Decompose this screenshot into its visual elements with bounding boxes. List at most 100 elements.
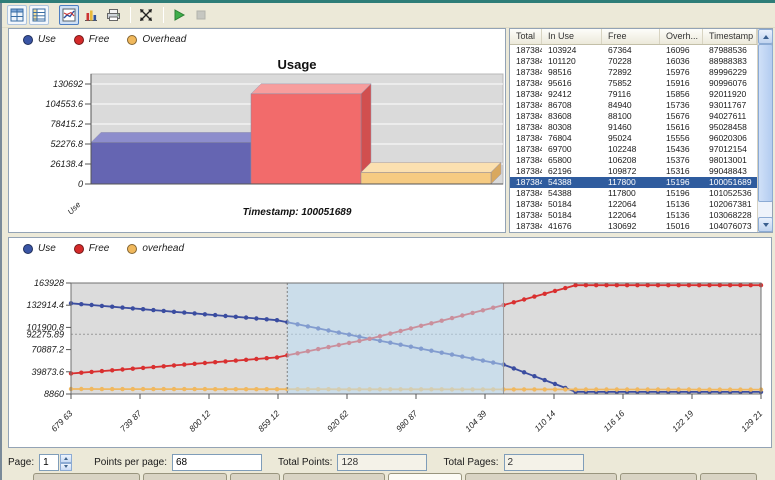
- bar-use[interactable]: [91, 132, 261, 184]
- data-point[interactable]: [738, 283, 742, 287]
- data-point[interactable]: [676, 283, 680, 287]
- data-point[interactable]: [151, 308, 155, 312]
- data-point[interactable]: [244, 387, 248, 391]
- bottom-tab[interactable]: [620, 473, 697, 480]
- table-row[interactable]: 187384658001062081537698013001: [510, 155, 757, 166]
- data-point[interactable]: [172, 310, 176, 314]
- table-row[interactable]: 18738476804950241555696020306: [510, 133, 757, 144]
- data-point[interactable]: [563, 286, 567, 290]
- data-point[interactable]: [615, 283, 619, 287]
- data-point[interactable]: [749, 387, 753, 391]
- data-point[interactable]: [100, 369, 104, 373]
- data-point[interactable]: [543, 292, 547, 296]
- data-point[interactable]: [625, 387, 629, 391]
- data-point[interactable]: [646, 387, 650, 391]
- bottom-tab[interactable]: [283, 473, 385, 480]
- data-point[interactable]: [635, 387, 639, 391]
- data-point[interactable]: [182, 387, 186, 391]
- data-point[interactable]: [141, 366, 145, 370]
- scroll-up-button[interactable]: [758, 29, 773, 44]
- data-point[interactable]: [656, 387, 660, 391]
- data-point[interactable]: [604, 387, 608, 391]
- data-point[interactable]: [728, 387, 732, 391]
- data-point[interactable]: [512, 300, 516, 304]
- data-point[interactable]: [522, 370, 526, 374]
- scroll-thumb[interactable]: [758, 44, 773, 202]
- table-row[interactable]: 18738492412791161585692011920: [510, 89, 757, 100]
- data-point[interactable]: [584, 283, 588, 287]
- data-point[interactable]: [234, 315, 238, 319]
- data-point[interactable]: [141, 307, 145, 311]
- data-point[interactable]: [512, 366, 516, 370]
- data-point[interactable]: [532, 374, 536, 378]
- data-point[interactable]: [625, 283, 629, 287]
- data-point[interactable]: [707, 387, 711, 391]
- data-point[interactable]: [131, 387, 135, 391]
- bar-chart-view-button[interactable]: [81, 5, 101, 25]
- print-button[interactable]: [103, 5, 123, 25]
- data-point[interactable]: [131, 306, 135, 310]
- table-row[interactable]: 18738498516728921597689996229: [510, 67, 757, 78]
- data-point[interactable]: [738, 387, 742, 391]
- bottom-tab[interactable]: [465, 473, 617, 480]
- data-point[interactable]: [656, 283, 660, 287]
- data-point[interactable]: [141, 387, 145, 391]
- page-spinner[interactable]: [60, 454, 72, 471]
- data-point[interactable]: [728, 283, 732, 287]
- spinner-down-button[interactable]: [60, 463, 72, 472]
- data-point[interactable]: [635, 283, 639, 287]
- bottom-tab[interactable]: [388, 473, 462, 480]
- selection-region[interactable]: [287, 283, 503, 394]
- table-row[interactable]: 187384621961098721531699048843: [510, 166, 757, 177]
- data-point[interactable]: [234, 358, 238, 362]
- data-point[interactable]: [89, 387, 93, 391]
- history-line-chart[interactable]: 886039873.670887.2101900.8132914.4163928…: [9, 238, 771, 447]
- data-point[interactable]: [553, 289, 557, 293]
- line-chart-view-button[interactable]: [59, 5, 79, 25]
- data-point[interactable]: [254, 316, 258, 320]
- data-point[interactable]: [563, 387, 567, 391]
- table-body[interactable]: 1873841039246736416096879885361873841011…: [510, 45, 757, 232]
- data-point[interactable]: [646, 283, 650, 287]
- table-row[interactable]: 1873845438811780015196101052536: [510, 188, 757, 199]
- column-header[interactable]: Timestamp: [703, 29, 757, 44]
- data-point[interactable]: [110, 387, 114, 391]
- table-row[interactable]: 18738495616758521591690996076: [510, 78, 757, 89]
- data-point[interactable]: [275, 355, 279, 359]
- data-point[interactable]: [543, 378, 547, 382]
- data-point[interactable]: [512, 387, 516, 391]
- data-point[interactable]: [223, 387, 227, 391]
- data-point[interactable]: [594, 283, 598, 287]
- data-point[interactable]: [110, 305, 114, 309]
- data-point[interactable]: [172, 363, 176, 367]
- bottom-tab[interactable]: [143, 473, 227, 480]
- grid-view-button[interactable]: [7, 5, 27, 25]
- data-point[interactable]: [687, 387, 691, 391]
- data-point[interactable]: [265, 317, 269, 321]
- data-point[interactable]: [275, 387, 279, 391]
- data-point[interactable]: [697, 387, 701, 391]
- data-point[interactable]: [162, 309, 166, 313]
- data-point[interactable]: [120, 305, 124, 309]
- column-header[interactable]: Total: [510, 29, 542, 44]
- data-point[interactable]: [79, 371, 83, 375]
- data-point[interactable]: [615, 387, 619, 391]
- data-point[interactable]: [697, 283, 701, 287]
- data-point[interactable]: [594, 387, 598, 391]
- table-row[interactable]: 18738486708849401573693011767: [510, 100, 757, 111]
- spinner-up-button[interactable]: [60, 454, 72, 463]
- usage-bar-chart[interactable]: 026138.452276.878415.2104553.6130692Usag…: [9, 29, 505, 232]
- data-point[interactable]: [151, 387, 155, 391]
- details-view-button[interactable]: [29, 5, 49, 25]
- data-point[interactable]: [244, 315, 248, 319]
- data-point[interactable]: [120, 367, 124, 371]
- start-button[interactable]: [169, 5, 189, 25]
- data-point[interactable]: [172, 387, 176, 391]
- data-point[interactable]: [718, 283, 722, 287]
- data-point[interactable]: [213, 360, 217, 364]
- scroll-down-button[interactable]: [758, 217, 773, 232]
- column-header[interactable]: In Use: [542, 29, 602, 44]
- table-row[interactable]: 187384101120702281603688988383: [510, 56, 757, 67]
- column-header[interactable]: Free: [602, 29, 660, 44]
- data-point[interactable]: [244, 358, 248, 362]
